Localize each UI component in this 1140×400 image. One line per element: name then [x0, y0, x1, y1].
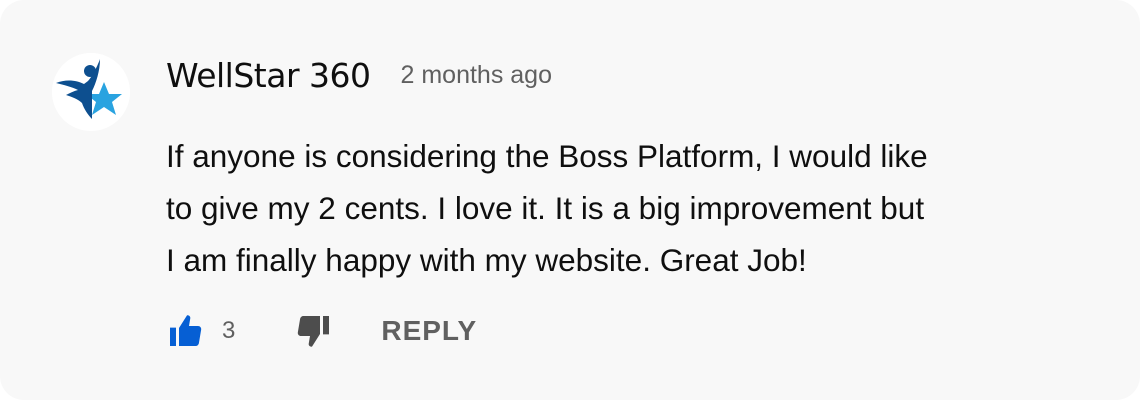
comment-header: WellStar 360 2 months ago	[166, 52, 552, 98]
comment-actions: 3 REPLY	[166, 306, 477, 356]
comment-text: If anyone is considering the Boss Platfo…	[166, 138, 928, 278]
thumbs-up-icon	[170, 315, 202, 346]
comment-timestamp[interactable]: 2 months ago	[401, 61, 553, 90]
like-button[interactable]	[164, 310, 206, 352]
comment-card: WellStar 360 2 months ago If anyone is c…	[0, 0, 1140, 400]
star-person-logo-icon	[52, 53, 130, 131]
thumbs-down-icon	[298, 316, 330, 347]
reply-button[interactable]: REPLY	[381, 315, 477, 347]
dislike-button[interactable]	[293, 310, 335, 352]
author-name[interactable]: WellStar 360	[166, 56, 371, 95]
like-count: 3	[222, 317, 236, 344]
avatar[interactable]	[52, 53, 130, 131]
